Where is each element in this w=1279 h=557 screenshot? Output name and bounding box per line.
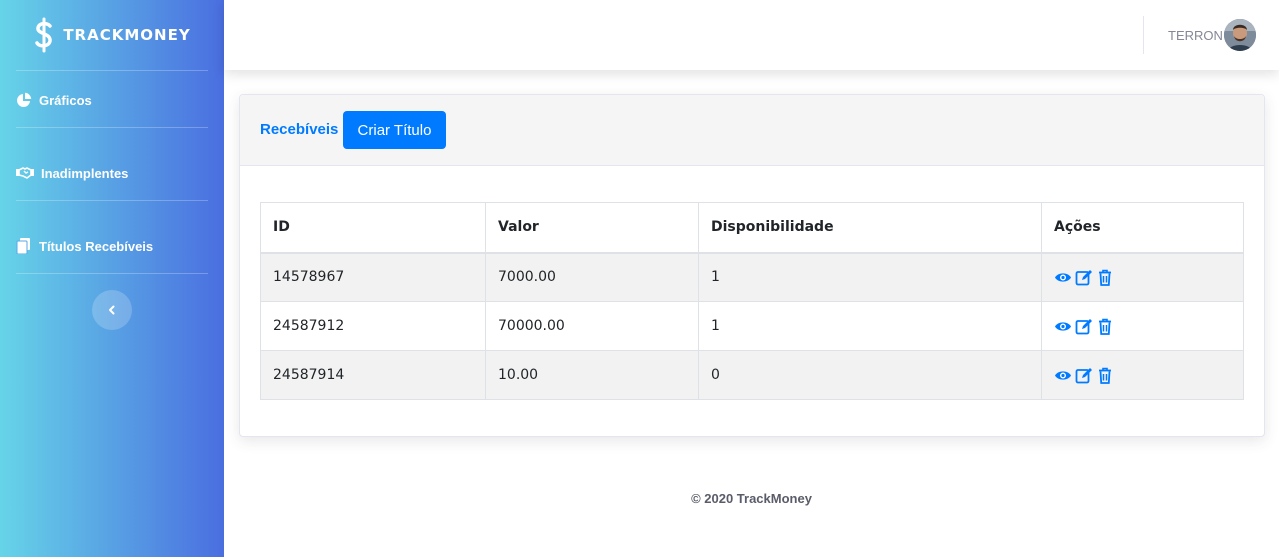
cell-valor: 70000.00 xyxy=(485,301,699,351)
brand-name: TRACKMONEY xyxy=(63,26,191,44)
trash-icon[interactable] xyxy=(1096,367,1114,384)
column-header-acoes: Ações xyxy=(1041,202,1244,254)
handshake-icon xyxy=(16,167,34,179)
table-row: 14578967 7000.00 1 xyxy=(260,252,1244,302)
card-title[interactable]: Recebíveis xyxy=(260,121,338,138)
create-title-button[interactable]: Criar Título xyxy=(343,111,446,149)
footer-copyright: © 2020 TrackMoney xyxy=(691,491,812,506)
receivables-card: Recebíveis Criar Título ID Valor Disponi… xyxy=(239,94,1265,437)
sidebar: TRACKMONEY Gráficos Inadimplentes Título… xyxy=(0,0,224,557)
sidebar-divider xyxy=(16,70,208,71)
cell-id: 14578967 xyxy=(260,252,486,302)
table-row: 24587912 70000.00 1 xyxy=(260,301,1244,351)
sidebar-divider xyxy=(16,200,208,201)
column-header-valor: Valor xyxy=(485,202,699,254)
avatar[interactable] xyxy=(1224,19,1256,51)
sidebar-item-label: Inadimplentes xyxy=(41,165,129,181)
cell-actions xyxy=(1041,350,1244,400)
topbar: TERRON xyxy=(224,0,1279,70)
edit-icon[interactable] xyxy=(1075,318,1093,335)
cell-id: 24587912 xyxy=(260,301,486,351)
column-header-disponibilidade: Disponibilidade xyxy=(698,202,1042,254)
trash-icon[interactable] xyxy=(1096,269,1114,286)
card-header: Recebíveis Criar Título xyxy=(240,95,1264,166)
cell-disponibilidade: 1 xyxy=(698,252,1042,302)
cell-valor: 10.00 xyxy=(485,350,699,400)
sidebar-item-inadimplentes[interactable]: Inadimplentes xyxy=(16,153,208,193)
user-name[interactable]: TERRON xyxy=(1168,28,1223,43)
cell-id: 24587914 xyxy=(260,350,486,400)
receivables-table: ID Valor Disponibilidade Ações 14578967 … xyxy=(260,202,1244,400)
sidebar-divider xyxy=(16,127,208,128)
chevron-left-icon xyxy=(109,305,115,315)
eye-icon[interactable] xyxy=(1054,269,1072,286)
topbar-divider xyxy=(1143,16,1144,54)
sidebar-item-graficos[interactable]: Gráficos xyxy=(16,80,208,120)
sidebar-item-label: Títulos Recebíveis xyxy=(39,238,154,254)
cell-actions xyxy=(1041,252,1244,302)
cell-valor: 7000.00 xyxy=(485,252,699,302)
cell-actions xyxy=(1041,301,1244,351)
sidebar-item-label: Gráficos xyxy=(39,92,92,108)
sidebar-divider xyxy=(16,273,208,274)
cell-disponibilidade: 1 xyxy=(698,301,1042,351)
table-row: 24587914 10.00 0 xyxy=(260,350,1244,400)
chart-pie-icon xyxy=(17,92,32,107)
avatar-image xyxy=(1224,19,1256,51)
cell-disponibilidade: 0 xyxy=(698,350,1042,400)
column-header-id: ID xyxy=(260,202,486,254)
copy-icon xyxy=(16,238,30,254)
sidebar-item-titulos-recebiveis[interactable]: Títulos Recebíveis xyxy=(16,226,208,266)
table-header-row: ID Valor Disponibilidade Ações xyxy=(260,202,1244,254)
brand[interactable]: TRACKMONEY xyxy=(0,0,224,70)
eye-icon[interactable] xyxy=(1054,318,1072,335)
edit-icon[interactable] xyxy=(1075,367,1093,384)
eye-icon[interactable] xyxy=(1054,367,1072,384)
edit-icon[interactable] xyxy=(1075,269,1093,286)
dollar-icon xyxy=(35,17,53,53)
sidebar-toggle-button[interactable] xyxy=(92,290,132,330)
trash-icon[interactable] xyxy=(1096,318,1114,335)
